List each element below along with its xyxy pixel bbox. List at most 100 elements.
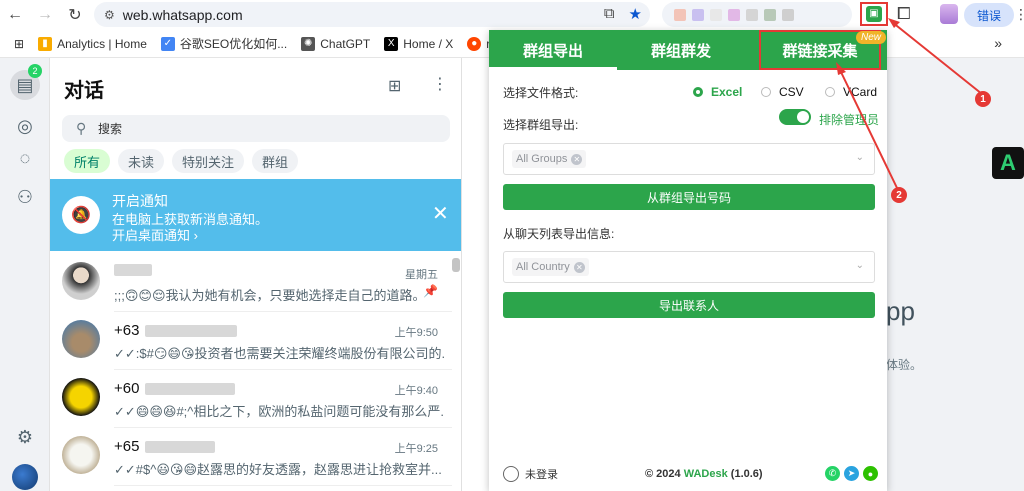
- annotation-number-2: 2: [891, 187, 907, 203]
- intro-title-fragment: pp: [886, 296, 915, 326]
- reddit-icon: ●: [467, 36, 482, 51]
- remove-tag-icon[interactable]: ✕: [573, 261, 585, 273]
- chat-filters: 所有 未读 特别关注 群组: [64, 149, 299, 173]
- wechat-icon[interactable]: ●: [863, 466, 878, 481]
- format-csv-radio[interactable]: CSV: [761, 85, 804, 99]
- group-select[interactable]: All Groups ✕ ⌄: [503, 143, 875, 175]
- my-avatar[interactable]: [12, 464, 38, 490]
- chat-time: 上午9:50: [394, 327, 438, 339]
- format-label: 选择文件格式:: [503, 86, 579, 100]
- contact-name: +65: [114, 438, 216, 455]
- chat-time: 上午9:40: [394, 385, 438, 397]
- exclude-admin-toggle[interactable]: [779, 109, 811, 125]
- profile-avatar[interactable]: [940, 4, 958, 24]
- format-vcard-radio[interactable]: VCard: [825, 85, 877, 99]
- intro-text-fragment: 体验。: [886, 358, 923, 372]
- telegram-icon[interactable]: ➤: [844, 466, 859, 481]
- status-icon[interactable]: ◎: [12, 113, 38, 139]
- filter-groups[interactable]: 群组: [252, 149, 299, 173]
- contact-name: [114, 264, 158, 276]
- whatsapp-intro-background: [886, 58, 1024, 491]
- url-text: web.whatsapp.com: [122, 6, 243, 23]
- contact-avatar: [62, 262, 100, 300]
- new-tag: New: [856, 31, 887, 44]
- copyright: © 2024 WADesk (1.0.6): [645, 468, 763, 480]
- wadesk-icon: ▣: [866, 6, 882, 22]
- bookmark-label: 谷歌SEO优化如何...: [179, 37, 288, 51]
- contact-name: +60: [114, 380, 236, 397]
- selected-tag: All Country ✕: [512, 258, 589, 276]
- user-icon: [503, 466, 519, 482]
- filter-favorites[interactable]: 特别关注: [172, 149, 245, 173]
- bookmark-label: Home / X: [403, 36, 454, 51]
- tab-group-export[interactable]: 群组导出: [489, 30, 617, 70]
- browser-menu-icon[interactable]: ⋮: [1014, 6, 1024, 23]
- address-bar[interactable]: ⚙ web.whatsapp.com ⧉ ★: [94, 2, 650, 27]
- chat-preview: ;;;🙃😊😌我认为她有机会，只要她选择走自己的道路。: [114, 288, 426, 303]
- chat-preview: ✓✓#$^😃😘😄赵露思的好友透露，赵露思进让抢救室并...: [114, 462, 442, 477]
- tab-group-broadcast[interactable]: 群组群发: [617, 30, 745, 70]
- install-app-icon[interactable]: ⧉: [604, 5, 615, 23]
- country-select[interactable]: All Country ✕ ⌄: [503, 251, 875, 283]
- apps-grid-icon[interactable]: ⊞: [14, 37, 24, 51]
- bookmark-chatgpt[interactable]: ✺ ChatGPT: [301, 36, 370, 51]
- bell-off-icon: 🔕: [62, 196, 100, 234]
- site-info-icon[interactable]: ⚙: [104, 8, 115, 22]
- notification-banner[interactable]: 🔕 开启通知 在电脑上获取新消息通知。 开启桌面通知 › ✕: [50, 179, 461, 251]
- notice-link[interactable]: 开启桌面通知 ›: [112, 225, 198, 244]
- notice-title: 开启通知: [112, 193, 168, 209]
- bookmark-seo[interactable]: ✓ 谷歌SEO优化如何...: [160, 35, 288, 52]
- forward-icon[interactable]: →: [30, 0, 60, 30]
- contact-name: +63: [114, 322, 238, 339]
- search-icon: ⚲: [76, 120, 87, 136]
- group-label: 选择群组导出:: [503, 118, 579, 132]
- wadesk-footer: 未登录 © 2024 WADesk (1.0.6) ✆ ➤ ●: [489, 462, 887, 488]
- wadesk-tabs: 群组导出 群组群发 群链接采集: [489, 30, 887, 70]
- whatsapp-icon[interactable]: ✆: [825, 466, 840, 481]
- chatgpt-icon: ✺: [301, 36, 316, 51]
- filter-unread[interactable]: 未读: [118, 149, 165, 173]
- chat-row[interactable]: +65 上午9:25 ✓✓#$^😃😘😄赵露思的好友透露，赵露思进让抢救室并...: [50, 428, 452, 486]
- filter-all[interactable]: 所有: [64, 149, 111, 173]
- extensions-puzzle-icon[interactable]: ⧠: [897, 4, 911, 24]
- seo-icon: ✓: [160, 36, 175, 51]
- bookmark-star-icon[interactable]: ★: [629, 5, 642, 23]
- login-status[interactable]: 未登录: [503, 466, 558, 482]
- bookmarks-more-icon[interactable]: »: [994, 35, 1002, 51]
- chat-preview: ✓✓😄😄😆#;^相比之下，欧洲的私盐问题可能没有那么严...: [114, 404, 444, 419]
- chat-row[interactable]: +63 上午9:50 ✓✓:$#😏😄😘投资者也需要关注荣耀终端股份有限公司的..…: [50, 312, 452, 370]
- chat-row[interactable]: +60 上午9:40 ✓✓😄😄😆#;^相比之下，欧洲的私盐问题可能没有那么严..…: [50, 370, 452, 428]
- export-group-button[interactable]: 从群组导出号码: [503, 184, 875, 210]
- scrollbar-thumb[interactable]: [452, 258, 460, 272]
- communities-icon[interactable]: ⚇: [12, 184, 38, 210]
- export-contacts-button[interactable]: 导出联系人: [503, 292, 875, 318]
- reload-icon[interactable]: ↻: [60, 0, 90, 30]
- exclude-admin-label: 排除管理员: [819, 113, 880, 127]
- chevron-down-icon: ⌄: [855, 260, 864, 271]
- chevron-down-icon: ⌄: [855, 152, 864, 163]
- pin-icon: 📌: [423, 284, 438, 298]
- bookmark-analytics[interactable]: ▮ Analytics | Home: [38, 36, 147, 51]
- chat-list-label: 从聊天列表导出信息:: [503, 227, 615, 241]
- menu-icon[interactable]: ⋮: [432, 74, 448, 94]
- new-chat-icon[interactable]: ⊞: [388, 76, 401, 96]
- floating-extension-logo[interactable]: A: [992, 147, 1024, 179]
- error-button[interactable]: 错误: [964, 3, 1014, 27]
- back-icon[interactable]: ←: [0, 0, 30, 30]
- bookmark-label: Analytics | Home: [57, 36, 147, 51]
- analytics-icon: ▮: [38, 36, 53, 51]
- close-icon[interactable]: ✕: [432, 201, 449, 226]
- chat-preview: ✓✓:$#😏😄😘投资者也需要关注荣耀终端股份有限公司的...: [114, 346, 444, 361]
- channels-icon[interactable]: ◌: [12, 145, 38, 171]
- settings-icon[interactable]: ⚙: [12, 424, 38, 450]
- bookmark-x[interactable]: X Home / X: [384, 36, 454, 51]
- wadesk-extension-button[interactable]: ▣: [860, 2, 888, 26]
- selected-tag: All Groups ✕: [512, 150, 587, 168]
- remove-tag-icon[interactable]: ✕: [571, 153, 583, 165]
- contact-avatar: [62, 320, 100, 358]
- format-excel-radio[interactable]: Excel: [693, 85, 742, 99]
- chat-list-panel: 对话 ⊞ ⋮ ⚲ 搜索 所有 未读 特别关注 群组 🔕 开启通知 在电脑上获取新…: [50, 58, 462, 491]
- x-icon: X: [384, 36, 399, 51]
- search-input[interactable]: ⚲ 搜索: [62, 115, 450, 142]
- chat-row[interactable]: 星期五 ;;;🙃😊😌我认为她有机会，只要她选择走自己的道路。 📌: [50, 254, 452, 312]
